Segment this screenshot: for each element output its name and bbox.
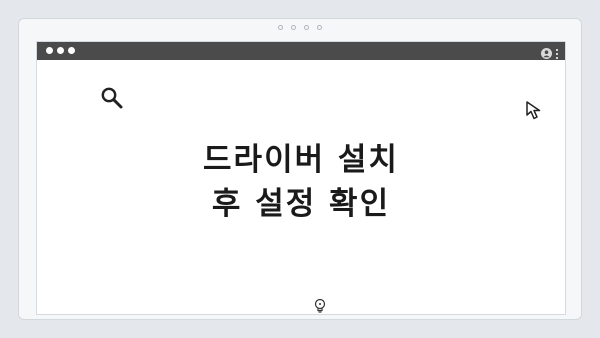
headline-line-1: 드라이버 설치 <box>203 142 399 178</box>
cursor-arrow-icon <box>525 100 547 126</box>
search-icon <box>100 86 124 114</box>
page-dot[interactable] <box>278 25 283 30</box>
pagination-dots <box>19 25 581 35</box>
browser-window: 드라이버 설치 후 설정 확인 <box>36 41 566 315</box>
lightbulb-icon <box>313 298 327 318</box>
close-dot[interactable] <box>46 47 53 54</box>
minimize-dot[interactable] <box>57 47 64 54</box>
page-dot[interactable] <box>291 25 296 30</box>
page-dot[interactable] <box>304 25 309 30</box>
maximize-dot[interactable] <box>68 47 75 54</box>
headline: 드라이버 설치 후 설정 확인 <box>37 138 565 226</box>
title-bar <box>37 42 565 60</box>
page-dot[interactable] <box>317 25 322 30</box>
headline-line-2: 후 설정 확인 <box>211 186 391 222</box>
window-controls <box>46 47 75 54</box>
page-content: 드라이버 설치 후 설정 확인 <box>37 60 565 314</box>
outer-frame: 드라이버 설치 후 설정 확인 <box>18 18 582 320</box>
kebab-menu-icon[interactable] <box>556 48 558 59</box>
